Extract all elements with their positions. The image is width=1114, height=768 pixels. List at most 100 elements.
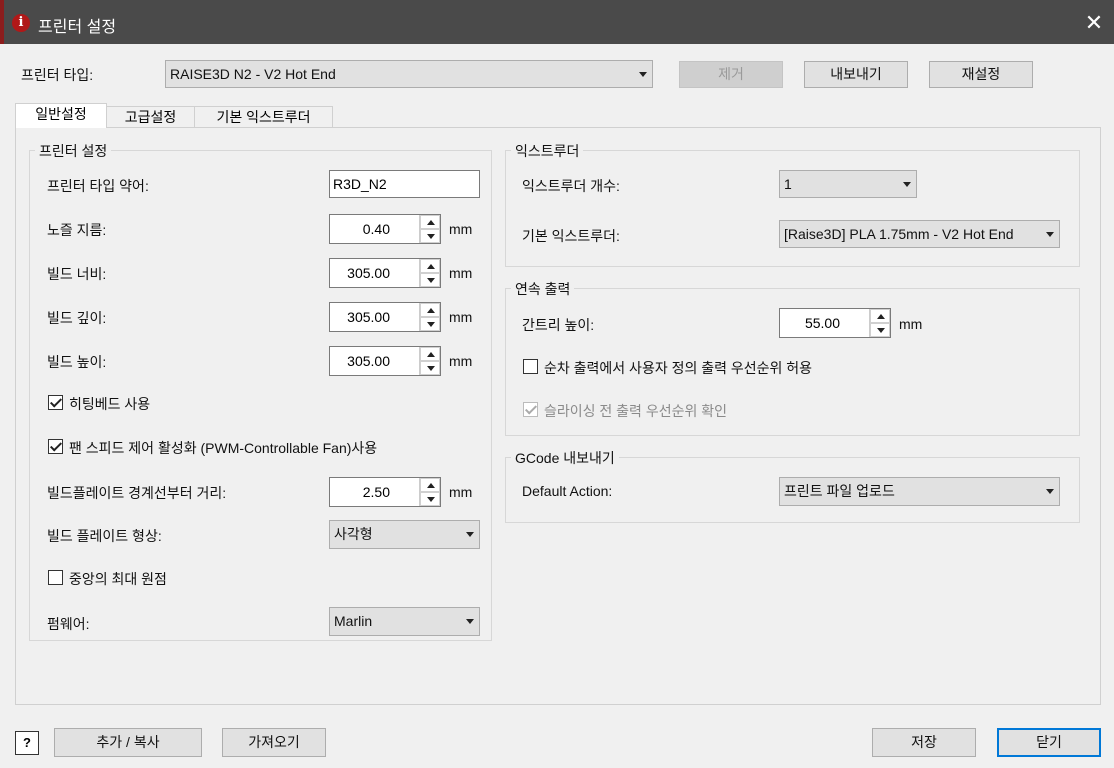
build-depth-unit: mm bbox=[449, 309, 473, 325]
build-width-decrease[interactable] bbox=[420, 273, 440, 287]
fan-control-label: 팬 스피드 제어 활성화 (PWM-Controllable Fan)사용 bbox=[69, 440, 378, 456]
build-height-unit: mm bbox=[449, 353, 473, 369]
extruder-count-label: 익스트루더 개수: bbox=[522, 178, 620, 194]
arrow-up-icon bbox=[877, 314, 885, 319]
arrow-down-icon bbox=[427, 366, 435, 371]
gantry-height-stepper[interactable]: 55.00 bbox=[779, 308, 891, 338]
fan-control-checkbox[interactable] bbox=[48, 439, 63, 454]
gcode-export-group-title: GCode 내보내기 bbox=[511, 448, 619, 468]
nozzle-decrease[interactable] bbox=[420, 229, 440, 243]
plate-shape-label: 빌드 플레이트 형상: bbox=[47, 528, 162, 544]
chevron-down-icon bbox=[639, 72, 647, 77]
tab-default-extruder[interactable]: 기본 익스트루더 bbox=[194, 106, 333, 128]
build-width-value: 305.00 bbox=[347, 265, 390, 281]
chevron-down-icon bbox=[903, 182, 911, 187]
firmware-value: Marlin bbox=[334, 613, 373, 629]
title-bar-accent bbox=[0, 0, 4, 44]
build-height-decrease[interactable] bbox=[420, 361, 440, 375]
export-button[interactable]: 내보내기 bbox=[804, 61, 908, 88]
center-origin-label: 중앙의 최대 원점 bbox=[69, 571, 167, 587]
firmware-label: 펌웨어: bbox=[47, 616, 90, 632]
plate-shape-select[interactable]: 사각형 bbox=[329, 520, 480, 549]
arrow-down-icon bbox=[427, 234, 435, 239]
printer-type-select[interactable]: RAISE3D N2 - V2 Hot End bbox=[165, 60, 653, 88]
heated-bed-label: 히팅베드 사용 bbox=[69, 396, 151, 412]
tab-general[interactable]: 일반설정 bbox=[15, 103, 107, 128]
app-info-icon: i bbox=[12, 14, 30, 32]
printer-settings-group-title: 프린터 설정 bbox=[35, 141, 112, 161]
firmware-select[interactable]: Marlin bbox=[329, 607, 480, 636]
build-depth-spin-buttons[interactable] bbox=[419, 303, 440, 331]
help-icon[interactable]: ? bbox=[15, 731, 39, 755]
gantry-height-unit: mm bbox=[899, 316, 923, 332]
build-height-increase[interactable] bbox=[420, 347, 440, 361]
arrow-down-icon bbox=[427, 497, 435, 502]
extruder-count-select[interactable]: 1 bbox=[779, 170, 917, 198]
abbr-input[interactable]: R3D_N2 bbox=[329, 170, 480, 198]
nozzle-unit: mm bbox=[449, 221, 473, 237]
build-width-stepper[interactable]: 305.00 bbox=[329, 258, 441, 288]
build-width-increase[interactable] bbox=[420, 259, 440, 273]
plate-margin-increase[interactable] bbox=[420, 478, 440, 492]
plate-margin-unit: mm bbox=[449, 484, 473, 500]
build-width-unit: mm bbox=[449, 265, 473, 281]
nozzle-spin-buttons[interactable] bbox=[419, 215, 440, 243]
build-depth-decrease[interactable] bbox=[420, 317, 440, 331]
build-width-label: 빌드 너비: bbox=[47, 266, 107, 282]
build-depth-value: 305.00 bbox=[347, 309, 390, 325]
remove-button[interactable]: 제거 bbox=[679, 61, 783, 88]
plate-margin-stepper[interactable]: 2.50 bbox=[329, 477, 441, 507]
build-depth-increase[interactable] bbox=[420, 303, 440, 317]
close-icon[interactable]: ✕ bbox=[1080, 10, 1108, 36]
extruder-group bbox=[505, 150, 1080, 267]
build-height-value: 305.00 bbox=[347, 353, 390, 369]
plate-margin-label: 빌드플레이트 경계선부터 거리: bbox=[47, 485, 227, 501]
plate-margin-decrease[interactable] bbox=[420, 492, 440, 506]
default-extruder-select[interactable]: [Raise3D] PLA 1.75mm - V2 Hot End bbox=[779, 220, 1060, 248]
default-extruder-value: [Raise3D] PLA 1.75mm - V2 Hot End bbox=[784, 226, 1014, 242]
build-height-spin-buttons[interactable] bbox=[419, 347, 440, 375]
tab-advanced[interactable]: 고급설정 bbox=[106, 106, 195, 128]
center-origin-checkbox[interactable] bbox=[48, 570, 63, 585]
gantry-height-increase[interactable] bbox=[870, 309, 890, 323]
gantry-height-spin-buttons[interactable] bbox=[869, 309, 890, 337]
printer-type-label: 프린터 타입: bbox=[21, 67, 94, 83]
abbr-label: 프린터 타입 약어: bbox=[47, 178, 149, 194]
gantry-height-label: 간트리 높이: bbox=[522, 317, 595, 333]
heated-bed-checkbox[interactable] bbox=[48, 395, 63, 410]
build-height-label: 빌드 높이: bbox=[47, 354, 107, 370]
arrow-up-icon bbox=[427, 264, 435, 269]
slicing-priority-checkbox[interactable] bbox=[523, 402, 538, 417]
plate-margin-spin-buttons[interactable] bbox=[419, 478, 440, 506]
nozzle-label: 노즐 지름: bbox=[47, 222, 107, 238]
close-button[interactable]: 닫기 bbox=[997, 728, 1101, 757]
default-action-select[interactable]: 프린트 파일 업로드 bbox=[779, 477, 1060, 506]
gantry-height-decrease[interactable] bbox=[870, 323, 890, 337]
save-button[interactable]: 저장 bbox=[872, 728, 976, 757]
arrow-up-icon bbox=[427, 220, 435, 225]
chevron-down-icon bbox=[466, 619, 474, 624]
sequential-print-group-title: 연속 출력 bbox=[511, 279, 575, 299]
slicing-priority-label: 슬라이싱 전 출력 우선순위 확인 bbox=[544, 403, 727, 419]
build-height-stepper[interactable]: 305.00 bbox=[329, 346, 441, 376]
build-depth-label: 빌드 깊이: bbox=[47, 310, 107, 326]
build-width-spin-buttons[interactable] bbox=[419, 259, 440, 287]
chevron-down-icon bbox=[1046, 232, 1054, 237]
reset-button[interactable]: 재설정 bbox=[929, 61, 1033, 88]
default-extruder-label: 기본 익스트루더: bbox=[522, 228, 620, 244]
title-bar[interactable]: i 프린터 설정 ✕ bbox=[0, 0, 1114, 44]
arrow-down-icon bbox=[877, 328, 885, 333]
import-button[interactable]: 가져오기 bbox=[222, 728, 326, 757]
nozzle-increase[interactable] bbox=[420, 215, 440, 229]
default-action-label: Default Action: bbox=[522, 483, 613, 499]
arrow-down-icon bbox=[427, 322, 435, 327]
nozzle-value: 0.40 bbox=[362, 221, 390, 237]
add-copy-button[interactable]: 추가 / 복사 bbox=[54, 728, 202, 757]
user-priority-label: 순차 출력에서 사용자 정의 출력 우선순위 허용 bbox=[544, 360, 813, 376]
arrow-up-icon bbox=[427, 352, 435, 357]
plate-margin-value: 2.50 bbox=[362, 484, 390, 500]
nozzle-stepper[interactable]: 0.40 bbox=[329, 214, 441, 244]
user-priority-checkbox[interactable] bbox=[523, 359, 538, 374]
gantry-height-value: 55.00 bbox=[804, 315, 840, 331]
build-depth-stepper[interactable]: 305.00 bbox=[329, 302, 441, 332]
